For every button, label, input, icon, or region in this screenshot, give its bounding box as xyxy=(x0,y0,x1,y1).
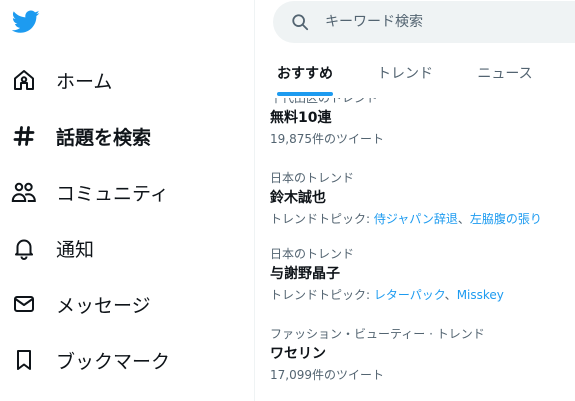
bell-icon xyxy=(10,234,38,262)
trend-name: ワセリン xyxy=(270,346,326,362)
explore-column: おすすめ トレンド ニュース 千代田区のトレンド 無料10連 19,875件のツ… xyxy=(255,0,575,401)
trends-feed: 千代田区のトレンド 無料10連 19,875件のツイート 日本のトレンド 鈴木誠… xyxy=(255,98,575,401)
trend-tweet-count: 19,875件のツイート xyxy=(270,132,384,146)
trend-context: 千代田区のトレンド xyxy=(270,98,379,105)
trend-tweet-count: 17,099件のツイート xyxy=(270,368,384,382)
trend-name: 無料10連 xyxy=(270,110,332,126)
hashtag-icon xyxy=(10,122,38,150)
nav-item-explore[interactable]: 話題を検索 xyxy=(10,114,246,158)
nav-label-notifications: 通知 xyxy=(56,238,95,261)
trend-topics: トレンドトピック: レターパック、Misskey xyxy=(270,287,570,303)
nav-label-messages: メッセージ xyxy=(56,294,151,317)
trend-topic-link[interactable]: 左脇腹の張り xyxy=(470,212,542,226)
nav-label-explore: 話題を検索 xyxy=(56,126,152,149)
search-icon xyxy=(292,14,309,31)
nav-item-notifications[interactable]: 通知 xyxy=(10,226,246,270)
nav-label-communities: コミュニティ xyxy=(56,182,169,205)
active-tab-indicator xyxy=(277,92,333,96)
explore-tabs: おすすめ トレンド ニュース xyxy=(255,50,575,96)
home-icon xyxy=(10,66,38,94)
trend-topic-link[interactable]: Misskey xyxy=(457,288,504,302)
trend-name: 与謝野晶子 xyxy=(270,266,340,282)
twitter-bird-icon[interactable] xyxy=(11,10,40,36)
nav-item-communities[interactable]: コミュニティ xyxy=(10,170,246,214)
communities-icon xyxy=(10,178,38,206)
tab-trending[interactable]: トレンド xyxy=(369,50,441,96)
trend-name: 鈴木誠也 xyxy=(270,190,326,206)
trend-topic-separator: 、 xyxy=(457,212,470,226)
nav-item-messages[interactable]: メッセージ xyxy=(10,282,246,326)
trend-item[interactable]: 千代田区のトレンド 無料10連 19,875件のツイート xyxy=(270,98,570,147)
nav-item-bookmarks[interactable]: ブックマーク xyxy=(10,338,246,382)
trend-topics-prefix: トレンドトピック: xyxy=(270,212,374,226)
nav-label-bookmarks: ブックマーク xyxy=(56,350,171,373)
trend-item[interactable]: ファッション・ビューティー · トレンド ワセリン 17,099件のツイート xyxy=(270,326,570,383)
trend-topics-prefix: トレンドトピック: xyxy=(270,288,374,302)
trend-topic-separator: 、 xyxy=(444,288,457,302)
trend-topic-link[interactable]: 侍ジャパン辞退 xyxy=(374,212,458,226)
left-navigation: ホーム 話題を検索 コミュニティ 通知 メッセージ ブックマーク xyxy=(0,0,254,401)
nav-label-home: ホーム xyxy=(56,70,113,93)
trend-context: ファッション・ビューティー · トレンド xyxy=(270,327,485,341)
app-root: ホーム 話題を検索 コミュニティ 通知 メッセージ ブックマーク キーワード検索… xyxy=(0,0,575,401)
search-bar[interactable] xyxy=(273,1,575,43)
trend-topics: トレンドトピック: 侍ジャパン辞退、左脇腹の張り xyxy=(270,211,570,227)
mail-icon xyxy=(10,290,38,318)
tab-for-you[interactable]: おすすめ xyxy=(269,50,341,96)
bookmark-icon xyxy=(10,346,38,374)
tab-news[interactable]: ニュース xyxy=(469,50,541,96)
trend-topic-link[interactable]: レターパック xyxy=(374,288,445,302)
nav-item-home[interactable]: ホーム xyxy=(10,58,246,102)
trend-context: 日本のトレンド xyxy=(270,247,355,261)
trend-item[interactable]: 日本のトレンド 与謝野晶子 トレンドトピック: レターパック、Misskey xyxy=(270,246,570,303)
search-input[interactable] xyxy=(325,14,565,30)
trend-item[interactable]: 日本のトレンド 鈴木誠也 トレンドトピック: 侍ジャパン辞退、左脇腹の張り xyxy=(270,170,570,227)
trend-context: 日本のトレンド xyxy=(270,171,355,185)
